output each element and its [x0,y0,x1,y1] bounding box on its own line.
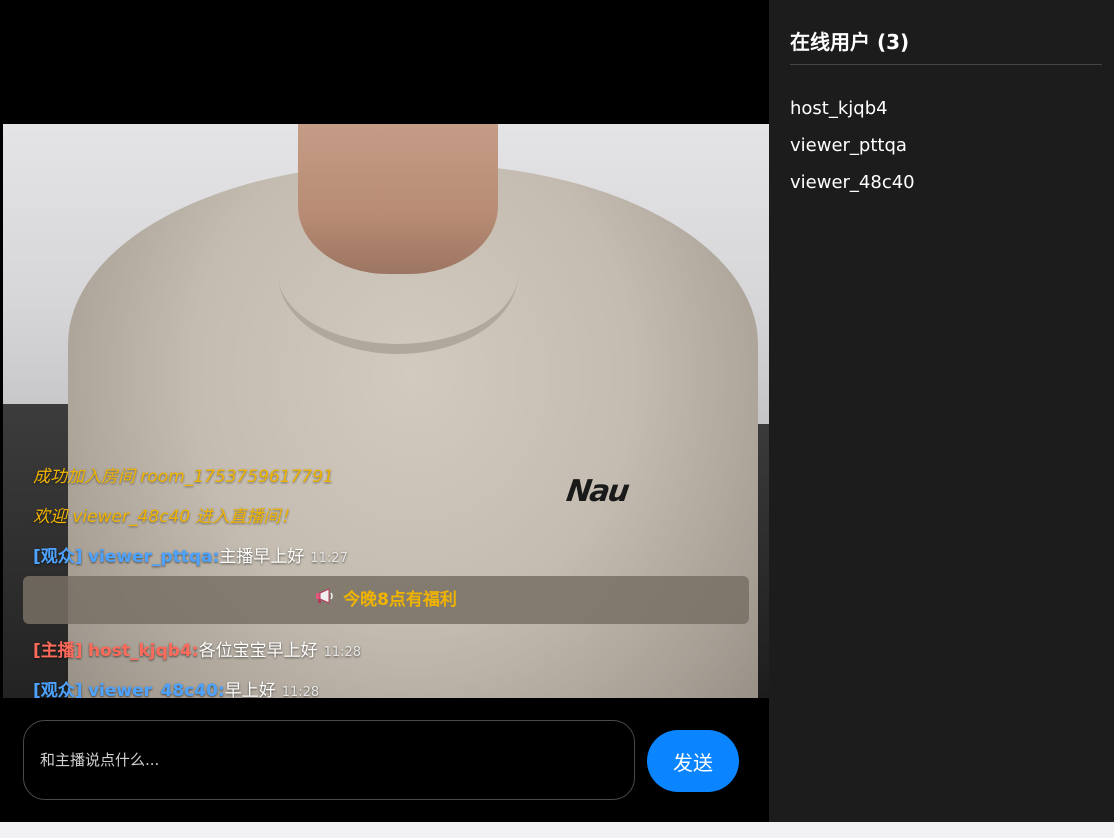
chat-text: 主播早上好 [219,547,305,567]
chat-username: viewer_pttqa: [87,547,220,567]
chat-timestamp: 11:28 [323,645,362,660]
system-message: 欢迎 viewer_48c40 进入直播间！ [33,507,298,527]
chat-composer: 发送 [3,698,769,822]
announcement-banner: 今晚8点有福利 [23,576,749,624]
chat-message: [主播] host_kjqb4:各位宝宝早上好 11:28 [23,632,749,672]
chat-username: host_kjqb4: [87,641,199,661]
chat-overlay: 成功加入房间 room_1753759617791 欢迎 viewer_48c4… [23,458,749,712]
send-button[interactable]: 发送 [647,730,739,792]
chat-message: [观众] viewer_pttqa:主播早上好 11:27 [23,538,749,578]
online-users-panel: 在线用户 (3) host_kjqb4 viewer_pttqa viewer_… [769,0,1114,822]
user-list-item[interactable]: host_kjqb4 [790,90,915,127]
chat-role-badge: [主播] [33,641,83,661]
user-list: host_kjqb4 viewer_pttqa viewer_48c40 [790,90,915,201]
chat-input[interactable] [23,720,635,800]
system-message: 成功加入房间 room_1753759617791 [33,467,334,487]
chat-timestamp: 11:27 [310,551,348,566]
video-stage: Nau 成功加入房间 room_1753759617791 欢迎 viewer_… [3,0,769,822]
live-room-app: Nau 成功加入房间 room_1753759617791 欢迎 viewer_… [0,0,1114,822]
user-list-item[interactable]: viewer_48c40 [790,164,915,201]
announcement-text: 今晚8点有福利 [343,590,457,610]
megaphone-icon [315,576,335,624]
user-list-item[interactable]: viewer_pttqa [790,127,915,164]
shirt-collar [278,194,518,354]
page-bottom-strip [0,822,1114,838]
chat-role-badge: [观众] [33,547,83,567]
online-users-title: 在线用户 (3) [790,30,910,54]
chat-text: 各位宝宝早上好 [198,641,318,661]
divider [790,64,1102,65]
